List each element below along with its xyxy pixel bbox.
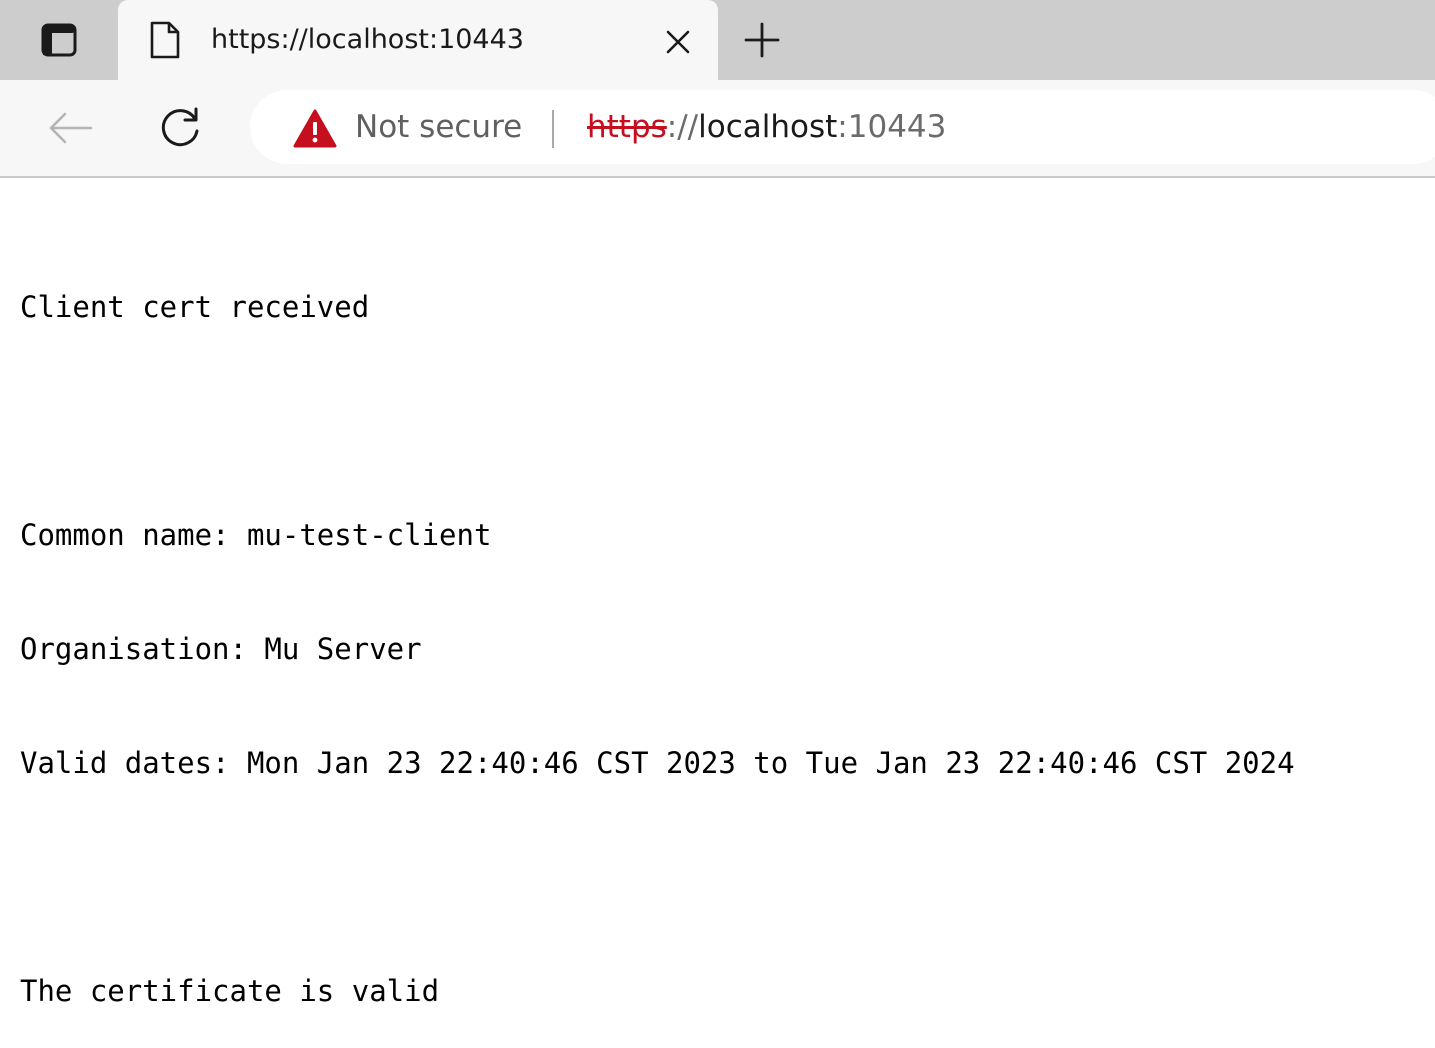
page-text-line: Common name: mu-test-client (20, 518, 492, 552)
url-separator: :// (666, 109, 699, 145)
tab-actions-button[interactable] (40, 22, 78, 58)
arrow-left-icon (49, 112, 93, 144)
new-tab-button[interactable] (740, 18, 784, 62)
tab-actions-icon (41, 23, 77, 57)
security-status-label[interactable]: Not secure (355, 107, 522, 147)
active-tab[interactable]: https://localhost:10443 (118, 0, 718, 80)
url-scheme: https (587, 109, 667, 145)
url-port: :10443 (837, 109, 947, 145)
address-bar[interactable]: Not secure https://localhost:10443 (250, 90, 1435, 164)
tab-close-button[interactable] (661, 25, 695, 59)
reload-button[interactable] (156, 102, 206, 152)
url-host: localhost (698, 109, 838, 145)
page-text-line: Client cert received (20, 290, 370, 324)
tab-title: https://localhost:10443 (211, 24, 524, 55)
page-text-line: Organisation: Mu Server (20, 632, 422, 666)
page-text-line: Valid dates: Mon Jan 23 22:40:46 CST 202… (20, 746, 1295, 780)
close-icon (666, 30, 690, 54)
page-text-line: The certificate is valid (20, 974, 440, 1008)
navigation-toolbar: Not secure https://localhost:10443 (0, 80, 1435, 178)
page-text-line (20, 858, 1295, 896)
page-text-line (20, 402, 1295, 440)
tab-strip: https://localhost:10443 (0, 0, 1435, 80)
document-icon (150, 21, 180, 59)
reload-icon (161, 107, 199, 147)
address-bar-divider (552, 110, 554, 148)
url-text[interactable]: https://localhost:10443 (587, 107, 946, 147)
page-content: Client cert received Common name: mu-tes… (20, 212, 1295, 1048)
plus-icon (744, 22, 780, 58)
back-button[interactable] (44, 104, 96, 152)
warning-icon[interactable] (293, 109, 337, 149)
